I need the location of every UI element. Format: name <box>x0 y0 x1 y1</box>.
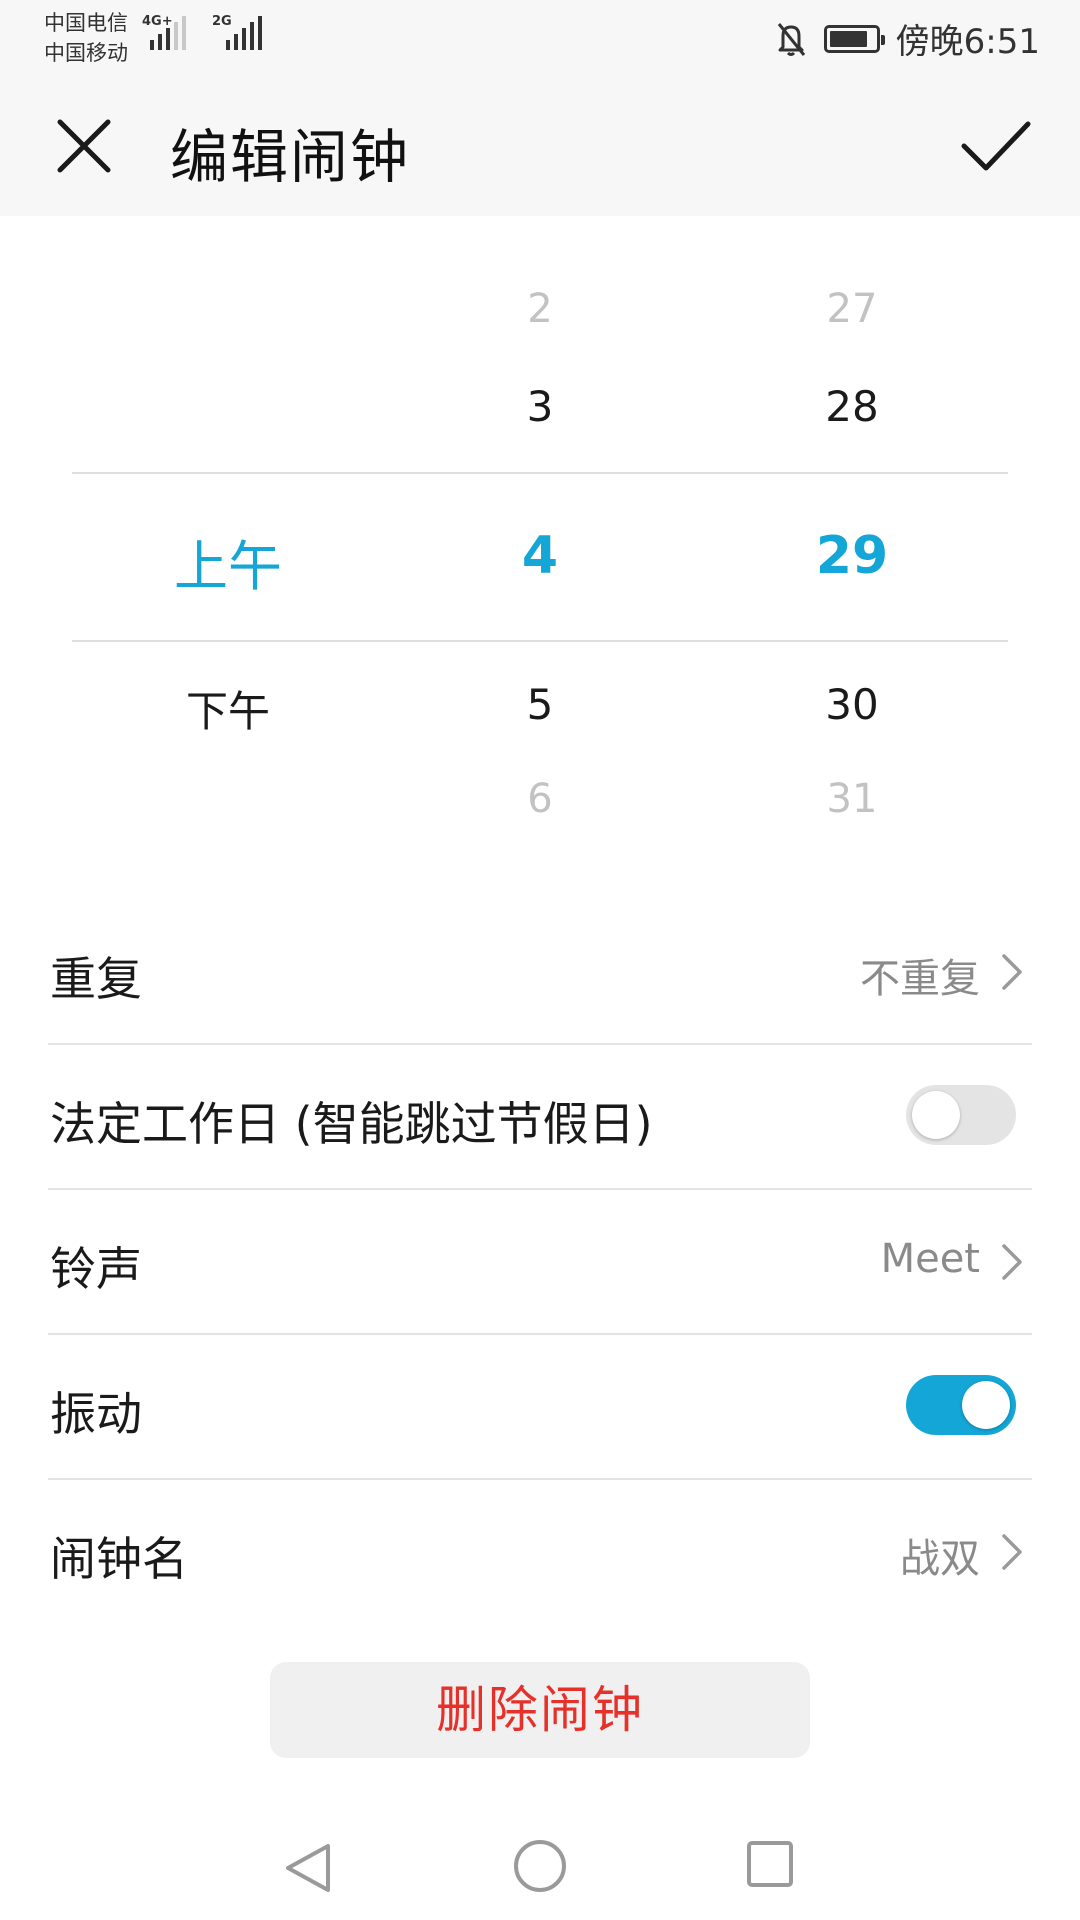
repeat-row[interactable]: 重复 不重复 <box>48 900 1032 1045</box>
vibrate-label: 振动 <box>50 1387 142 1441</box>
page-title: 编辑闹钟 <box>170 123 411 191</box>
battery-icon <box>823 24 885 53</box>
toggle-knob <box>912 1091 960 1139</box>
repeat-label: 重复 <box>50 952 142 1006</box>
hour-option[interactable]: 3 <box>390 382 690 431</box>
repeat-value: 不重复 <box>860 956 980 1002</box>
ampm-option[interactable]: 下午 <box>78 678 378 739</box>
chevron-right-icon <box>1002 1534 1022 1570</box>
delete-alarm-button[interactable]: 删除闹钟 <box>270 1662 810 1758</box>
signal-icon <box>226 16 262 50</box>
workday-toggle[interactable] <box>906 1085 1016 1145</box>
hour-option[interactable]: 6 <box>390 776 690 822</box>
workday-row: 法定工作日 (智能跳过节假日) <box>48 1045 1032 1190</box>
chevron-right-icon <box>1002 1244 1022 1280</box>
minute-option[interactable]: 31 <box>702 776 1002 822</box>
home-icon[interactable] <box>512 1838 568 1894</box>
time-picker: 上午 下午 2 3 4 5 6 27 28 29 30 31 <box>0 216 1080 856</box>
chevron-right-icon <box>1002 954 1022 990</box>
hour-option[interactable]: 2 <box>390 286 690 332</box>
close-icon[interactable] <box>50 112 118 180</box>
toggle-knob <box>962 1381 1010 1429</box>
recents-icon[interactable] <box>746 1840 794 1888</box>
ringtone-value: Meet <box>880 1236 980 1282</box>
workday-label: 法定工作日 (智能跳过节假日) <box>50 1097 653 1151</box>
minute-selected: 29 <box>815 526 889 586</box>
status-bar: 中国电信 中国移动 4G+ 2G 傍晚6:51 <box>0 0 1080 76</box>
carrier-name-2: 中国移动 <box>44 41 128 65</box>
hour-wheel[interactable]: 2 3 4 5 6 <box>390 216 690 856</box>
vibrate-toggle[interactable] <box>906 1375 1016 1435</box>
vibrate-row: 振动 <box>48 1335 1032 1480</box>
hour-selected: 4 <box>521 526 559 586</box>
ringtone-label: 铃声 <box>50 1242 142 1296</box>
ampm-selected: 上午 <box>174 535 282 598</box>
minute-option[interactable]: 28 <box>702 382 1002 431</box>
title-bar: 编辑闹钟 <box>0 76 1080 216</box>
alarm-name-row[interactable]: 闹钟名 战双 <box>48 1480 1032 1625</box>
alarm-name-value: 战双 <box>900 1536 980 1582</box>
alarm-settings-list: 重复 不重复 法定工作日 (智能跳过节假日) 铃声 Meet 振动 闹钟名 战双 <box>48 900 1032 1625</box>
status-right: 傍晚6:51 <box>774 14 1040 63</box>
check-icon[interactable] <box>958 112 1034 180</box>
signal-icon <box>150 16 186 50</box>
minute-option[interactable]: 27 <box>702 286 1002 332</box>
back-icon[interactable] <box>282 1840 334 1896</box>
notifications-off-icon <box>777 22 805 56</box>
status-time: 傍晚6:51 <box>895 22 1040 62</box>
carrier-name-1: 中国电信 <box>44 11 128 35</box>
minute-option[interactable]: 30 <box>702 680 1002 729</box>
hour-option[interactable]: 5 <box>390 680 690 729</box>
minute-wheel[interactable]: 27 28 29 30 31 <box>702 216 1002 856</box>
carrier-info: 中国电信 中国移动 <box>44 8 128 68</box>
navigation-bar <box>0 1800 1080 1920</box>
ampm-wheel[interactable]: 上午 下午 <box>78 216 378 856</box>
ringtone-row[interactable]: 铃声 Meet <box>48 1190 1032 1335</box>
alarm-name-label: 闹钟名 <box>50 1532 188 1586</box>
